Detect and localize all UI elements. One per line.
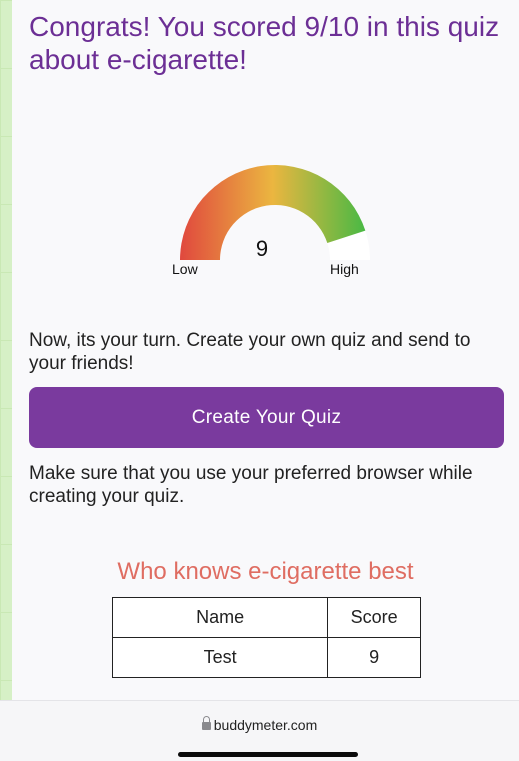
- row-name-cell: Test: [111, 637, 329, 678]
- gauge-value: 9: [255, 236, 269, 261]
- quiz-result-page: Congrats! You scored 9/10 in this quiz a…: [12, 0, 519, 700]
- table-header-row: Name Score: [111, 597, 421, 638]
- leaderboard-title: Who knows e-cigarette best: [117, 558, 414, 585]
- gauge-high-label: High: [330, 261, 359, 277]
- table-row: Test 9: [111, 637, 421, 678]
- url-text: buddymeter.com: [213, 717, 318, 733]
- leaderboard-table: Name Score Test 9: [111, 597, 421, 678]
- url-display[interactable]: buddymeter.com: [0, 716, 519, 733]
- row-score-cell: 9: [327, 637, 421, 678]
- create-quiz-button[interactable]: Create Your Quiz: [29, 387, 504, 448]
- gauge-low-label: Low: [172, 261, 198, 277]
- lock-icon: [201, 716, 211, 730]
- column-header-name: Name: [111, 597, 329, 638]
- browser-address-bar: buddymeter.com: [0, 700, 519, 761]
- column-header-score: Score: [327, 597, 421, 638]
- home-indicator[interactable]: [178, 752, 358, 757]
- result-headline: Congrats! You scored 9/10 in this quiz a…: [29, 11, 500, 75]
- cta-text: Now, its your turn. Create your own quiz…: [29, 330, 471, 374]
- browser-note: Make sure that you use your preferred br…: [29, 463, 473, 507]
